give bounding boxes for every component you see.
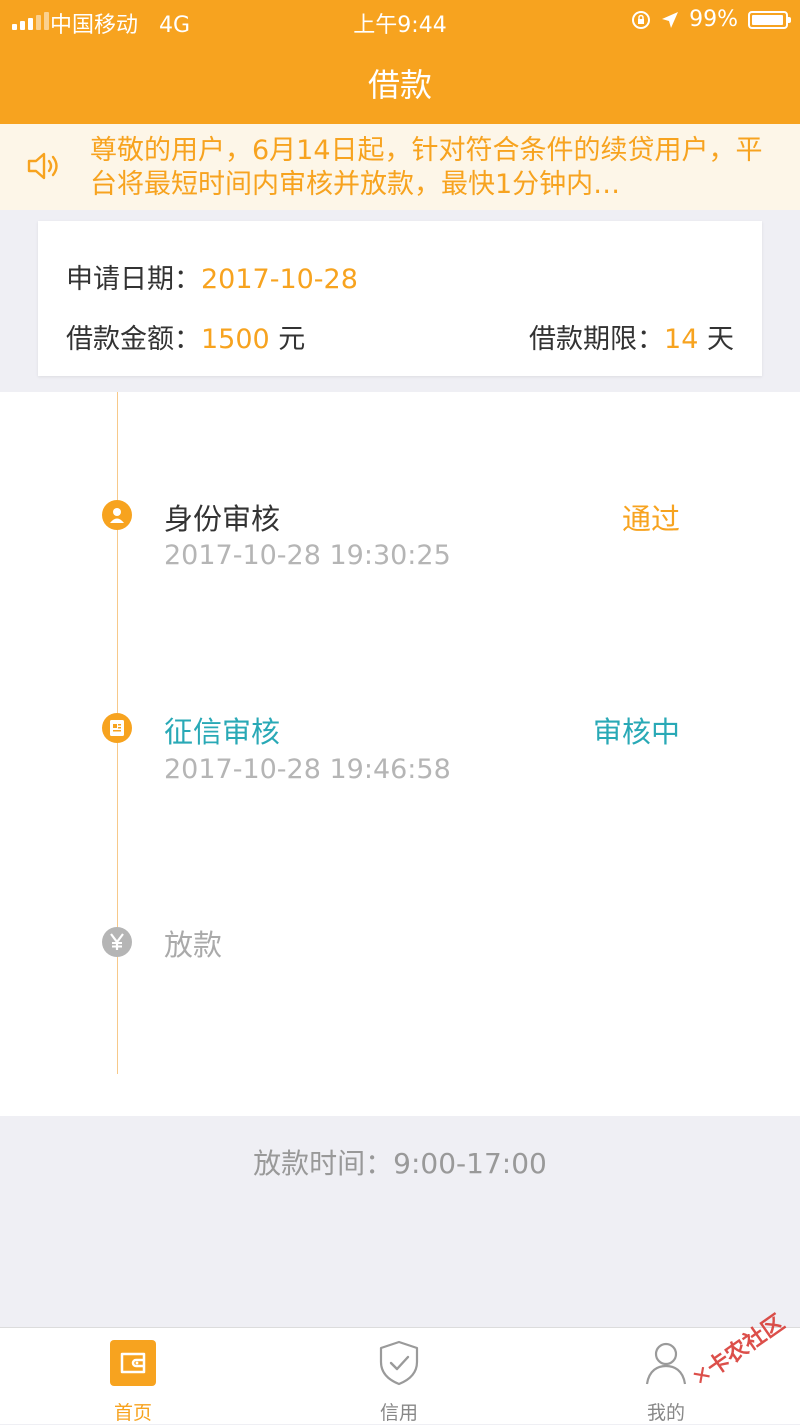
- status-right: 99%: [631, 7, 791, 32]
- step-title: 放款: [164, 928, 223, 962]
- notice-banner[interactable]: 尊敬的用户，6月14日起，针对符合条件的续贷用户，平台将最短时间内审核并放款，最…: [0, 124, 800, 210]
- tab-bar: 首页 信用 我的: [0, 1327, 800, 1424]
- loan-term-row: 借款期限：14 天: [529, 317, 734, 356]
- wallet-icon: [110, 1340, 156, 1386]
- step-time: 2017-10-28 19:30:25: [164, 540, 451, 571]
- loan-amount-value: 1500: [201, 324, 270, 355]
- apply-date-label: 申请日期：: [66, 264, 201, 295]
- step-status: 通过: [621, 502, 680, 536]
- page-title: 借款: [367, 66, 432, 104]
- speaker-icon: [27, 152, 58, 180]
- disbursement-hours: 放款时间：9:00-17:00: [253, 1147, 547, 1180]
- location-arrow-icon: [662, 11, 679, 28]
- tab-label: 信用: [379, 1402, 418, 1424]
- yen-icon: [102, 927, 132, 957]
- step-title: 征信审核: [164, 715, 281, 749]
- loan-amount-label: 借款金额：: [66, 324, 201, 355]
- apply-date-value: 2017-10-28: [201, 264, 358, 295]
- loan-term-unit: 天: [698, 324, 734, 355]
- tab-label: 我的: [646, 1402, 685, 1424]
- step-status: 审核中: [592, 715, 680, 749]
- battery-icon: [748, 10, 791, 29]
- rotation-lock-icon: [632, 10, 651, 29]
- battery-percent: 99%: [689, 7, 738, 32]
- loan-term-label: 借款期限：: [529, 324, 665, 355]
- loan-term-value: 14: [664, 324, 699, 355]
- shield-check-icon: [379, 1340, 419, 1386]
- header: 中国移动 4G 上午9:44 99% 借款: [0, 0, 800, 124]
- progress-timeline: 身份审核 通过 2017-10-28 19:30:25 征信审核 审核中 201…: [0, 392, 800, 1116]
- loan-amount-row: 借款金额：1500 元: [66, 317, 305, 356]
- credit-report-icon: [102, 713, 132, 743]
- tab-label: 首页: [113, 1402, 152, 1424]
- apply-date-row: 申请日期：2017-10-28: [66, 257, 358, 296]
- loan-amount-unit: 元: [269, 324, 306, 355]
- person-icon: [645, 1342, 687, 1385]
- tab-home[interactable]: 首页: [73, 1328, 193, 1424]
- loan-info-card: 申请日期：2017-10-28 借款金额：1500 元 借款期限：14 天: [38, 221, 762, 376]
- step-time: 2017-10-28 19:46:58: [164, 754, 451, 785]
- notice-text: 尊敬的用户，6月14日起，针对符合条件的续贷用户，平台将最短时间内审核并放款，最…: [90, 135, 763, 200]
- step-title: 身份审核: [164, 502, 281, 536]
- status-bar: 中国移动 4G 上午9:44 99%: [0, 0, 800, 40]
- user-icon: [102, 500, 132, 530]
- tab-credit[interactable]: 信用: [339, 1328, 459, 1424]
